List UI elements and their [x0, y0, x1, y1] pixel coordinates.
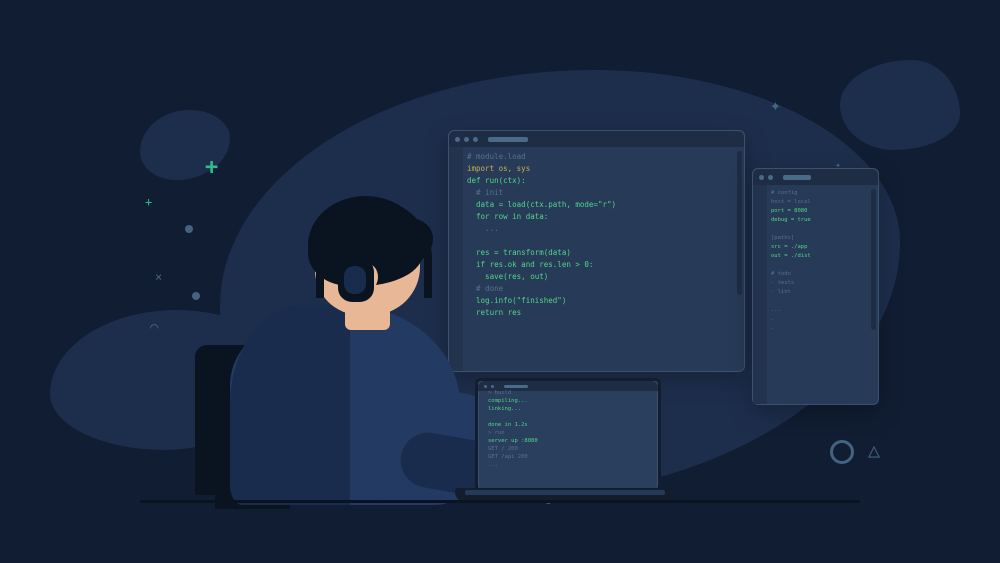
cross-icon: × [155, 270, 162, 284]
code-window-main: # module.load import os, sys def run(ctx… [448, 130, 745, 372]
laptop: > build compiling... linking... done in … [455, 378, 665, 503]
programmer [220, 190, 480, 500]
window-tab [783, 175, 811, 180]
dot-icon [192, 292, 200, 300]
traffic-light-icon [464, 137, 469, 142]
sparkle-icon: ✦ [770, 95, 781, 116]
background-blob [840, 60, 960, 150]
traffic-light-icon [473, 137, 478, 142]
code-content: # config host = local port = 8080 debug … [771, 189, 868, 333]
traffic-light-icon [455, 137, 460, 142]
window-tab [504, 385, 528, 388]
traffic-light-icon [491, 385, 494, 388]
window-tab [488, 137, 528, 142]
arc-icon: ◠ [150, 320, 158, 336]
laptop-keyboard [465, 490, 665, 495]
scrollbar [871, 189, 876, 330]
plus-icon: + [145, 195, 152, 209]
traffic-light-icon [759, 175, 764, 180]
plus-icon: + [205, 155, 218, 180]
line-gutter [753, 185, 767, 404]
headphones-band [316, 200, 432, 298]
window-titlebar [449, 131, 744, 147]
code-content: # module.load import os, sys def run(ctx… [467, 151, 734, 319]
illustration-stage: + + ✦ ✦ × ◠ △ # module.load import os, s… [0, 0, 1000, 563]
code-content: > build compiling... linking... done in … [488, 389, 648, 469]
triangle-icon: △ [868, 438, 880, 462]
hoodie-shadow [230, 305, 350, 505]
circle-icon [830, 440, 854, 464]
code-window-side: # config host = local port = 8080 debug … [752, 168, 879, 405]
dot-icon [185, 225, 193, 233]
desk-edge [140, 500, 860, 503]
headphones-pad [344, 266, 366, 294]
traffic-light-icon [484, 385, 487, 388]
scrollbar [737, 151, 742, 295]
traffic-light-icon [768, 175, 773, 180]
laptop-screen: > build compiling... linking... done in … [475, 378, 661, 492]
window-titlebar [753, 169, 878, 185]
